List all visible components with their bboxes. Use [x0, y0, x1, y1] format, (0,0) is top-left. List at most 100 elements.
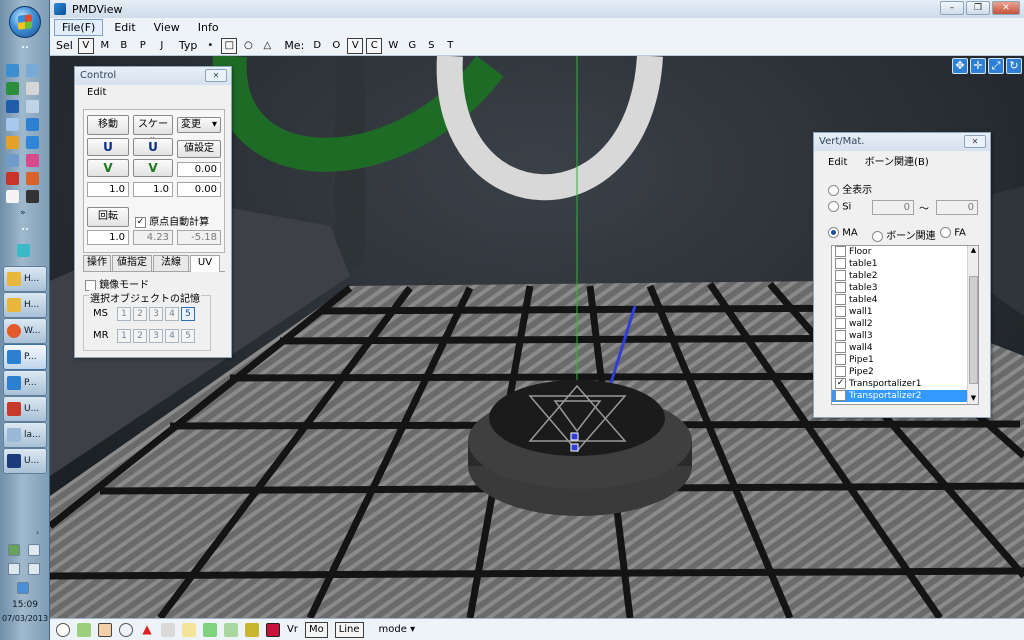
control-title-bar[interactable]: Control ✕ [75, 67, 231, 85]
value-field-d[interactable]: 0.00 [177, 182, 221, 197]
pmd-icon[interactable] [26, 118, 39, 131]
green-icon[interactable] [77, 622, 91, 637]
me-g-button[interactable]: G [404, 38, 420, 54]
shape-icon[interactable] [224, 622, 238, 637]
taskbar-item[interactable]: U... [3, 448, 47, 474]
sel-p-button[interactable]: P [135, 38, 151, 54]
scroll-up-icon[interactable]: ▲ [968, 246, 979, 256]
checkbox-icon[interactable]: ✓ [835, 390, 846, 401]
checkbox-icon[interactable] [835, 318, 846, 329]
ie-icon[interactable] [6, 64, 19, 77]
red-square-icon[interactable] [266, 622, 280, 637]
mirror-mode-checkbox[interactable]: 鏡像モード [85, 276, 149, 291]
list-item[interactable]: wall1 [832, 306, 978, 318]
doc-icon[interactable] [26, 82, 39, 95]
value-field-e[interactable]: 1.0 [87, 230, 129, 245]
checkbox-icon[interactable] [835, 342, 846, 353]
ms-slot-4[interactable]: 4 [165, 307, 179, 321]
list-scrollbar[interactable]: ▲ ▼ [967, 246, 978, 404]
display-icon[interactable] [8, 563, 20, 575]
list-item[interactable]: Pipe1 [832, 354, 978, 366]
pmd2-icon[interactable] [26, 136, 39, 149]
scroll-down-icon[interactable]: ▼ [968, 394, 979, 404]
tab-uv[interactable]: UV [190, 255, 220, 272]
tab-value[interactable]: 値指定 [112, 255, 152, 271]
checkbox-icon[interactable] [835, 306, 846, 317]
sel-b-button[interactable]: B [116, 38, 132, 54]
file-icon[interactable] [6, 190, 19, 203]
mr-slot-1[interactable]: 1 [117, 329, 131, 343]
sel-j-button[interactable]: J [154, 38, 170, 54]
scale-button[interactable]: スケール [133, 115, 173, 148]
me-t-button[interactable]: T [442, 38, 458, 54]
taskbar-item[interactable]: H... [3, 292, 47, 318]
w-icon[interactable] [6, 82, 19, 95]
tab-normal[interactable]: 法線 [153, 255, 189, 271]
list-item[interactable]: table4 [832, 294, 978, 306]
bone-radio[interactable]: ボーン関連 [872, 227, 936, 242]
list-item[interactable]: wall3 [832, 330, 978, 342]
mode-dropdown[interactable]: mode ▾ [379, 624, 416, 635]
tab-operation[interactable]: 操作 [83, 255, 111, 271]
me-d-button[interactable]: D [309, 38, 325, 54]
set-value-button[interactable]: 値設定 [177, 140, 221, 158]
gear-icon[interactable] [245, 622, 259, 637]
light-green-icon[interactable] [203, 622, 217, 637]
taskbar-item[interactable]: la... [3, 422, 47, 448]
sel-m-button[interactable]: M [97, 38, 113, 54]
app-icon[interactable] [6, 118, 19, 131]
vr-label[interactable]: Vr [287, 624, 298, 635]
ms-slot-1[interactable]: 1 [117, 307, 131, 321]
checkbox-icon[interactable] [835, 330, 846, 341]
tool-icon[interactable] [6, 172, 19, 185]
settings-icon[interactable] [6, 154, 19, 167]
checkbox-icon[interactable] [835, 246, 846, 257]
panel-icon[interactable] [26, 190, 39, 203]
ball-icon[interactable] [26, 172, 39, 185]
scroll-thumb[interactable] [969, 276, 978, 384]
list-item[interactable]: Pipe2 [832, 366, 978, 378]
chrome-icon[interactable] [6, 136, 19, 149]
fa-radio[interactable]: FA [940, 227, 966, 239]
list-item[interactable]: table1 [832, 258, 978, 270]
media-icon[interactable] [26, 100, 39, 113]
network-icon[interactable] [8, 544, 20, 556]
circle-icon[interactable] [119, 622, 133, 637]
me-v-button[interactable]: V [347, 37, 364, 54]
maximize-button[interactable]: ❐ [966, 1, 990, 15]
value-field-c[interactable]: 0.00 [177, 162, 221, 177]
change-select[interactable]: 変更 ▾ [177, 117, 221, 133]
typ-point-button[interactable]: • [202, 38, 218, 54]
monitor-icon[interactable] [6, 100, 19, 113]
me-s-button[interactable]: S [423, 38, 439, 54]
mr-slot-4[interactable]: 4 [165, 329, 179, 343]
menu-info[interactable]: Info [191, 20, 226, 35]
chevron-down-icon[interactable]: » [20, 208, 26, 218]
m-toggle-button[interactable]: Mo [304, 621, 328, 638]
rotate-icon[interactable]: ↻ [1006, 58, 1022, 74]
ms-slot-5[interactable]: 5 [181, 307, 195, 321]
vertmat-menu-bone[interactable]: ボーン関連(B) [865, 157, 929, 168]
yellow-icon[interactable] [182, 622, 196, 637]
checkbox-icon[interactable] [835, 294, 846, 305]
taskbar-item[interactable]: H... [3, 266, 47, 292]
menu-edit[interactable]: Edit [107, 20, 142, 35]
taskbar-item[interactable]: W... [3, 318, 47, 344]
show-all-radio[interactable]: 全表示 [828, 181, 872, 196]
value-field-b[interactable]: 1.0 [133, 182, 173, 197]
me-o-button[interactable]: O [328, 38, 344, 54]
start-button[interactable] [9, 6, 41, 38]
material-list[interactable]: Floor table1 table2 table3 table4 wall1 wall2 w… [831, 245, 979, 405]
me-c-button[interactable]: C [366, 37, 383, 54]
value-field-a[interactable]: 1.0 [87, 182, 129, 197]
clock-date[interactable]: 07/03/2013 [0, 614, 50, 623]
mr-slot-5[interactable]: 5 [181, 329, 195, 343]
sel-v-button[interactable]: V [77, 37, 94, 54]
list-item[interactable]: table3 [832, 282, 978, 294]
clock-time[interactable]: 15:09 [0, 600, 50, 610]
u-button-2[interactable]: U [133, 138, 173, 156]
vertmat-menu-edit[interactable]: Edit [828, 157, 847, 168]
title-bar[interactable]: PMDView – ❐ ✕ [50, 0, 1024, 18]
list-item[interactable]: ✓ Transportalizer2 [832, 390, 978, 402]
move-button[interactable]: 移動 [87, 115, 129, 135]
